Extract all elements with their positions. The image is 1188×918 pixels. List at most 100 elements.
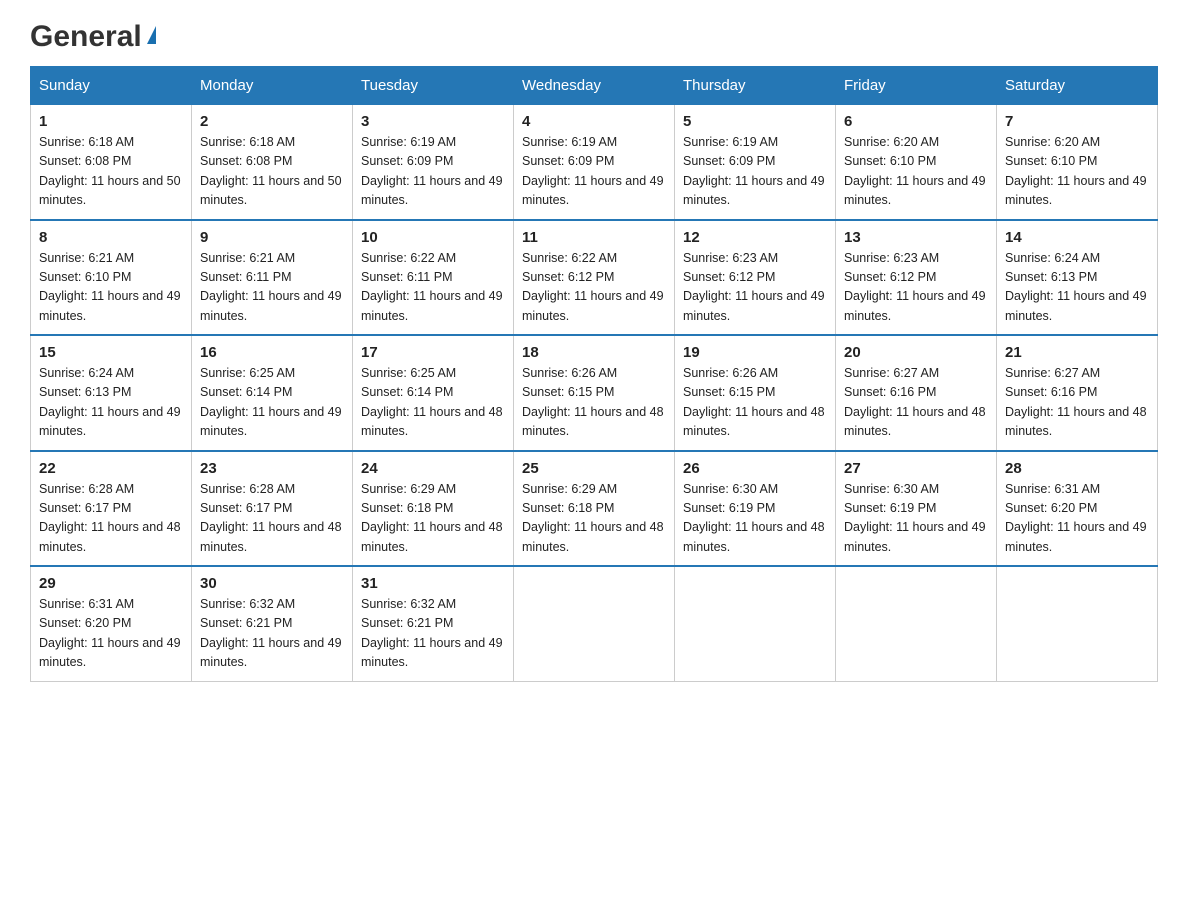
day-number: 20 xyxy=(844,344,988,361)
day-info: Sunrise: 6:24 AMSunset: 6:13 PMDaylight:… xyxy=(39,366,181,438)
calendar-cell xyxy=(675,566,836,681)
calendar-cell: 28 Sunrise: 6:31 AMSunset: 6:20 PMDaylig… xyxy=(997,451,1158,567)
day-number: 13 xyxy=(844,229,988,246)
day-number: 26 xyxy=(683,460,827,477)
calendar-cell: 29 Sunrise: 6:31 AMSunset: 6:20 PMDaylig… xyxy=(31,566,192,681)
calendar-cell: 19 Sunrise: 6:26 AMSunset: 6:15 PMDaylig… xyxy=(675,335,836,451)
day-number: 21 xyxy=(1005,344,1149,361)
day-number: 4 xyxy=(522,113,666,130)
calendar-cell: 11 Sunrise: 6:22 AMSunset: 6:12 PMDaylig… xyxy=(514,220,675,336)
day-number: 1 xyxy=(39,113,183,130)
calendar-cell: 21 Sunrise: 6:27 AMSunset: 6:16 PMDaylig… xyxy=(997,335,1158,451)
day-info: Sunrise: 6:32 AMSunset: 6:21 PMDaylight:… xyxy=(200,597,342,669)
day-number: 24 xyxy=(361,460,505,477)
day-number: 5 xyxy=(683,113,827,130)
day-number: 19 xyxy=(683,344,827,361)
day-info: Sunrise: 6:22 AMSunset: 6:11 PMDaylight:… xyxy=(361,251,503,323)
day-info: Sunrise: 6:23 AMSunset: 6:12 PMDaylight:… xyxy=(844,251,986,323)
calendar-cell: 6 Sunrise: 6:20 AMSunset: 6:10 PMDayligh… xyxy=(836,105,997,220)
calendar-cell: 15 Sunrise: 6:24 AMSunset: 6:13 PMDaylig… xyxy=(31,335,192,451)
calendar-cell: 8 Sunrise: 6:21 AMSunset: 6:10 PMDayligh… xyxy=(31,220,192,336)
calendar-cell: 2 Sunrise: 6:18 AMSunset: 6:08 PMDayligh… xyxy=(192,105,353,220)
day-number: 17 xyxy=(361,344,505,361)
logo: General xyxy=(30,20,156,46)
day-number: 30 xyxy=(200,575,344,592)
weekday-header-wednesday: Wednesday xyxy=(514,67,675,105)
day-number: 15 xyxy=(39,344,183,361)
day-info: Sunrise: 6:26 AMSunset: 6:15 PMDaylight:… xyxy=(522,366,664,438)
weekday-header-tuesday: Tuesday xyxy=(353,67,514,105)
calendar-cell: 10 Sunrise: 6:22 AMSunset: 6:11 PMDaylig… xyxy=(353,220,514,336)
calendar-week-1: 1 Sunrise: 6:18 AMSunset: 6:08 PMDayligh… xyxy=(31,105,1158,220)
day-info: Sunrise: 6:18 AMSunset: 6:08 PMDaylight:… xyxy=(200,135,342,207)
calendar-cell: 7 Sunrise: 6:20 AMSunset: 6:10 PMDayligh… xyxy=(997,105,1158,220)
weekday-header-thursday: Thursday xyxy=(675,67,836,105)
weekday-header-friday: Friday xyxy=(836,67,997,105)
day-info: Sunrise: 6:25 AMSunset: 6:14 PMDaylight:… xyxy=(361,366,503,438)
calendar-cell: 17 Sunrise: 6:25 AMSunset: 6:14 PMDaylig… xyxy=(353,335,514,451)
calendar-cell: 25 Sunrise: 6:29 AMSunset: 6:18 PMDaylig… xyxy=(514,451,675,567)
calendar-cell: 13 Sunrise: 6:23 AMSunset: 6:12 PMDaylig… xyxy=(836,220,997,336)
calendar-week-5: 29 Sunrise: 6:31 AMSunset: 6:20 PMDaylig… xyxy=(31,566,1158,681)
weekday-header-monday: Monday xyxy=(192,67,353,105)
calendar-cell: 1 Sunrise: 6:18 AMSunset: 6:08 PMDayligh… xyxy=(31,105,192,220)
calendar-cell: 5 Sunrise: 6:19 AMSunset: 6:09 PMDayligh… xyxy=(675,105,836,220)
day-number: 27 xyxy=(844,460,988,477)
calendar-cell: 12 Sunrise: 6:23 AMSunset: 6:12 PMDaylig… xyxy=(675,220,836,336)
day-number: 28 xyxy=(1005,460,1149,477)
calendar-week-3: 15 Sunrise: 6:24 AMSunset: 6:13 PMDaylig… xyxy=(31,335,1158,451)
calendar-week-4: 22 Sunrise: 6:28 AMSunset: 6:17 PMDaylig… xyxy=(31,451,1158,567)
day-info: Sunrise: 6:31 AMSunset: 6:20 PMDaylight:… xyxy=(39,597,181,669)
calendar-cell: 31 Sunrise: 6:32 AMSunset: 6:21 PMDaylig… xyxy=(353,566,514,681)
weekday-header-sunday: Sunday xyxy=(31,67,192,105)
day-info: Sunrise: 6:21 AMSunset: 6:10 PMDaylight:… xyxy=(39,251,181,323)
calendar-cell: 14 Sunrise: 6:24 AMSunset: 6:13 PMDaylig… xyxy=(997,220,1158,336)
day-info: Sunrise: 6:32 AMSunset: 6:21 PMDaylight:… xyxy=(361,597,503,669)
day-info: Sunrise: 6:30 AMSunset: 6:19 PMDaylight:… xyxy=(844,482,986,554)
day-info: Sunrise: 6:28 AMSunset: 6:17 PMDaylight:… xyxy=(39,482,181,554)
calendar-cell: 23 Sunrise: 6:28 AMSunset: 6:17 PMDaylig… xyxy=(192,451,353,567)
day-info: Sunrise: 6:19 AMSunset: 6:09 PMDaylight:… xyxy=(361,135,503,207)
day-info: Sunrise: 6:19 AMSunset: 6:09 PMDaylight:… xyxy=(522,135,664,207)
day-number: 10 xyxy=(361,229,505,246)
day-info: Sunrise: 6:27 AMSunset: 6:16 PMDaylight:… xyxy=(1005,366,1147,438)
day-info: Sunrise: 6:30 AMSunset: 6:19 PMDaylight:… xyxy=(683,482,825,554)
day-info: Sunrise: 6:22 AMSunset: 6:12 PMDaylight:… xyxy=(522,251,664,323)
day-info: Sunrise: 6:29 AMSunset: 6:18 PMDaylight:… xyxy=(522,482,664,554)
day-number: 6 xyxy=(844,113,988,130)
day-info: Sunrise: 6:18 AMSunset: 6:08 PMDaylight:… xyxy=(39,135,181,207)
calendar-cell xyxy=(997,566,1158,681)
day-number: 25 xyxy=(522,460,666,477)
calendar-cell: 18 Sunrise: 6:26 AMSunset: 6:15 PMDaylig… xyxy=(514,335,675,451)
day-number: 11 xyxy=(522,229,666,246)
calendar-cell: 24 Sunrise: 6:29 AMSunset: 6:18 PMDaylig… xyxy=(353,451,514,567)
day-number: 31 xyxy=(361,575,505,592)
day-number: 7 xyxy=(1005,113,1149,130)
calendar-cell xyxy=(836,566,997,681)
day-info: Sunrise: 6:29 AMSunset: 6:18 PMDaylight:… xyxy=(361,482,503,554)
day-number: 12 xyxy=(683,229,827,246)
day-number: 3 xyxy=(361,113,505,130)
day-number: 18 xyxy=(522,344,666,361)
calendar-week-2: 8 Sunrise: 6:21 AMSunset: 6:10 PMDayligh… xyxy=(31,220,1158,336)
day-number: 9 xyxy=(200,229,344,246)
calendar-cell: 3 Sunrise: 6:19 AMSunset: 6:09 PMDayligh… xyxy=(353,105,514,220)
day-info: Sunrise: 6:25 AMSunset: 6:14 PMDaylight:… xyxy=(200,366,342,438)
calendar-cell: 27 Sunrise: 6:30 AMSunset: 6:19 PMDaylig… xyxy=(836,451,997,567)
day-info: Sunrise: 6:20 AMSunset: 6:10 PMDaylight:… xyxy=(844,135,986,207)
calendar-cell: 4 Sunrise: 6:19 AMSunset: 6:09 PMDayligh… xyxy=(514,105,675,220)
day-number: 16 xyxy=(200,344,344,361)
day-info: Sunrise: 6:20 AMSunset: 6:10 PMDaylight:… xyxy=(1005,135,1147,207)
day-info: Sunrise: 6:24 AMSunset: 6:13 PMDaylight:… xyxy=(1005,251,1147,323)
day-number: 23 xyxy=(200,460,344,477)
day-number: 29 xyxy=(39,575,183,592)
day-info: Sunrise: 6:19 AMSunset: 6:09 PMDaylight:… xyxy=(683,135,825,207)
day-info: Sunrise: 6:27 AMSunset: 6:16 PMDaylight:… xyxy=(844,366,986,438)
calendar-cell: 26 Sunrise: 6:30 AMSunset: 6:19 PMDaylig… xyxy=(675,451,836,567)
weekday-header-saturday: Saturday xyxy=(997,67,1158,105)
calendar-cell xyxy=(514,566,675,681)
calendar-cell: 16 Sunrise: 6:25 AMSunset: 6:14 PMDaylig… xyxy=(192,335,353,451)
calendar-cell: 30 Sunrise: 6:32 AMSunset: 6:21 PMDaylig… xyxy=(192,566,353,681)
day-info: Sunrise: 6:21 AMSunset: 6:11 PMDaylight:… xyxy=(200,251,342,323)
calendar-cell: 20 Sunrise: 6:27 AMSunset: 6:16 PMDaylig… xyxy=(836,335,997,451)
